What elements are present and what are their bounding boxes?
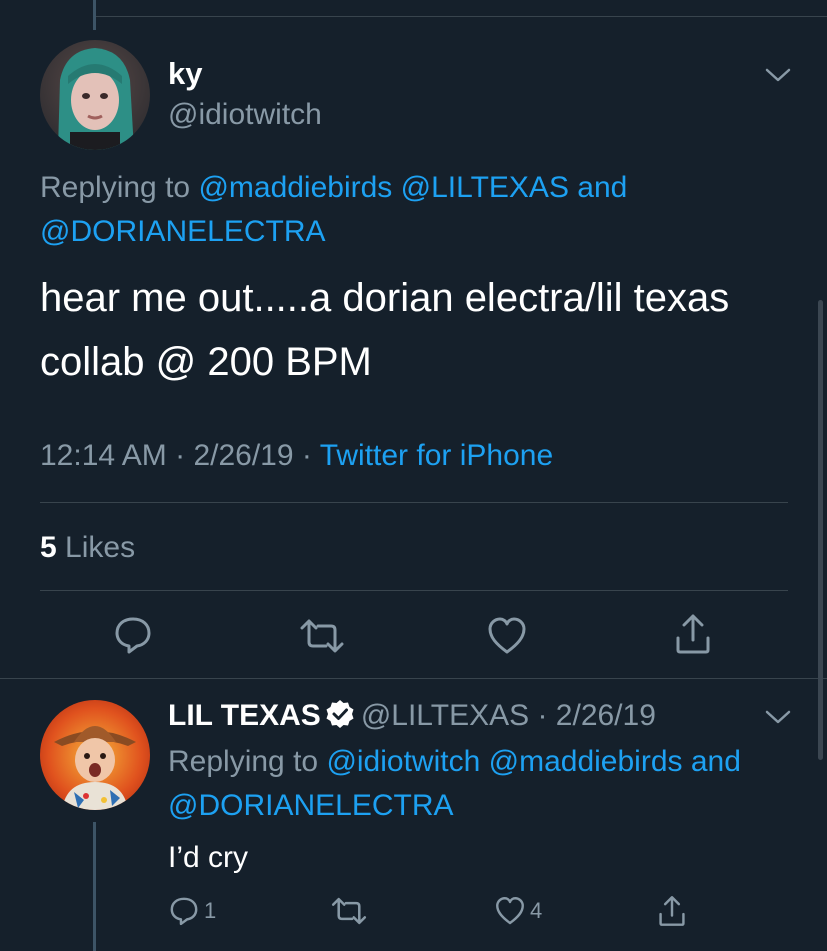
tweet-text-line2: collab @ 200 BPM — [40, 340, 372, 384]
likes-stat[interactable]: 5 Likes — [40, 528, 135, 568]
mention-idiotwitch[interactable]: @idiotwitch — [326, 745, 480, 778]
replying-and[interactable]: and — [691, 745, 741, 778]
reply-replying-to-line: Replying to @idiotwitch @maddiebirds and… — [168, 740, 808, 828]
chevron-down-icon[interactable] — [764, 708, 792, 726]
chevron-down-icon[interactable] — [764, 66, 792, 84]
reply-date: 2/26/19 — [555, 699, 656, 732]
tweet-author-handle[interactable]: @idiotwitch — [168, 98, 322, 132]
mention-dorianelectra[interactable]: @DORIANELECTRA — [40, 215, 326, 248]
replying-to-line: Replying to @maddiebirds @LILTEXAS and @… — [40, 166, 780, 254]
tweet-source[interactable]: Twitter for iPhone — [320, 439, 553, 472]
divider — [40, 502, 788, 503]
replying-prefix: Replying to — [40, 171, 191, 204]
reply-header: LIL TEXAS @LILTEXAS · 2/26/19 — [168, 696, 656, 736]
reply-comment-action[interactable]: 1 — [168, 894, 216, 928]
scrollbar[interactable] — [818, 300, 823, 760]
likes-count: 5 — [40, 531, 57, 564]
tweet-text: hear me out.....a dorian electra/lil tex… — [40, 266, 800, 394]
tweet-detail-view: ky @idiotwitch Replying to @maddiebirds … — [0, 0, 827, 951]
share-icon[interactable] — [672, 612, 714, 656]
meta-separator: · — [301, 439, 312, 472]
mention-dorianelectra[interactable]: @DORIANELECTRA — [168, 789, 454, 822]
replying-and[interactable]: and — [577, 171, 627, 204]
divider — [40, 590, 788, 591]
thread-line-top — [93, 0, 96, 30]
share-icon — [659, 896, 685, 926]
mention-liltexas[interactable]: @LILTEXAS — [401, 171, 569, 204]
reply-author-handle[interactable]: @LILTEXAS — [361, 699, 529, 732]
avatar-ky[interactable] — [40, 40, 150, 150]
tweet-date: 2/26/19 — [193, 439, 294, 472]
mention-maddiebirds[interactable]: @maddiebirds — [198, 171, 392, 204]
heart-icon[interactable] — [486, 616, 528, 656]
comment-icon — [170, 897, 198, 926]
reply-author-name[interactable]: LIL TEXAS — [168, 699, 321, 732]
comment-icon[interactable] — [112, 614, 154, 656]
reply-separator: · — [537, 699, 548, 732]
reply-text: I’d cry — [168, 841, 249, 874]
reply-like-action[interactable]: 4 — [494, 894, 542, 928]
heart-icon — [496, 897, 524, 925]
meta-separator: · — [175, 439, 186, 472]
retweet-icon — [331, 897, 367, 925]
likes-label: Likes — [65, 531, 136, 564]
top-divider — [96, 16, 827, 17]
reply-like-count: 4 — [530, 898, 543, 923]
tweet-meta: 12:14 AM · 2/26/19 · Twitter for iPhone — [40, 436, 553, 476]
replying-prefix: Replying to — [168, 745, 319, 778]
thread-line-bottom — [93, 822, 96, 951]
divider — [0, 678, 827, 679]
retweet-icon[interactable] — [298, 616, 346, 656]
reply-share-action[interactable] — [656, 894, 688, 928]
tweet-text-line1: hear me out.....a dorian electra/lil tex… — [40, 276, 730, 320]
reply-retweet-action[interactable] — [330, 894, 368, 928]
mention-maddiebirds[interactable]: @maddiebirds — [489, 745, 683, 778]
reply-comment-count: 1 — [204, 898, 217, 923]
tweet-time: 12:14 AM — [40, 439, 167, 472]
verified-badge-icon — [326, 700, 354, 728]
tweet-author-name[interactable]: ky — [168, 56, 202, 92]
avatar-liltexas[interactable] — [40, 700, 150, 810]
